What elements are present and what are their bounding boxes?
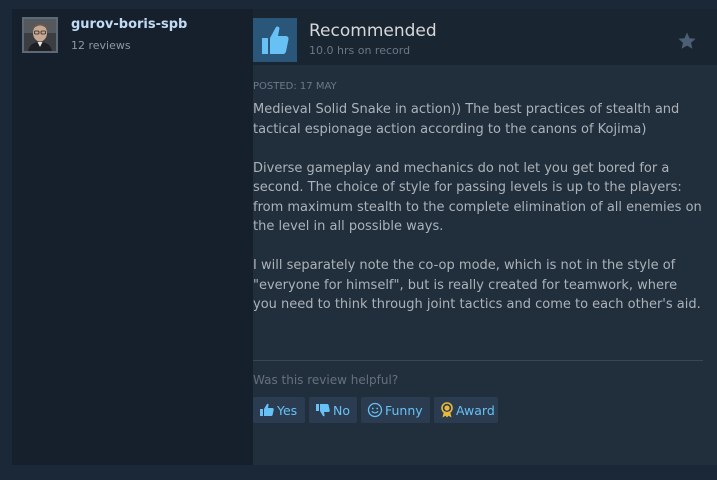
hours-on-record: 10.0 hrs on record <box>309 44 411 57</box>
thumbs-down-icon <box>315 403 331 417</box>
review-paragraph: I will separately note the co-op mode, w… <box>253 258 701 312</box>
author-reviews-count[interactable]: 12 reviews <box>71 39 131 52</box>
smiley-icon <box>367 402 383 418</box>
review-verdict: Recommended <box>309 21 437 41</box>
vote-header[interactable]: Recommended 10.0 hrs on record <box>253 9 717 65</box>
helpful-question: Was this review helpful? <box>253 373 399 387</box>
yes-label: Yes <box>277 402 298 418</box>
review-card: gurov-boris-spb 12 reviews Recommended 1… <box>12 9 717 465</box>
divider <box>253 360 703 361</box>
helpful-actions: Yes No Funny Award <box>253 397 498 423</box>
avatar[interactable] <box>22 17 58 53</box>
award-label: Award <box>456 402 495 418</box>
funny-button[interactable]: Funny <box>361 397 430 423</box>
funny-label: Funny <box>385 402 423 418</box>
review-panel: Recommended 10.0 hrs on record POSTED: 1… <box>253 9 717 465</box>
thumbs-up-icon <box>259 403 275 417</box>
thumbs-up-icon <box>253 18 297 62</box>
no-label: No <box>333 402 350 418</box>
author-name[interactable]: gurov-boris-spb <box>71 17 187 32</box>
author-panel: gurov-boris-spb 12 reviews <box>12 9 242 465</box>
review-text: Medieval Solid Snake in action)) The bes… <box>253 100 703 334</box>
star-icon[interactable] <box>677 31 697 51</box>
review-paragraph: Diverse gameplay and mechanics do not le… <box>253 160 702 235</box>
award-button[interactable]: Award <box>434 397 498 423</box>
posted-date: POSTED: 17 MAY <box>253 81 337 92</box>
no-button[interactable]: No <box>309 397 357 423</box>
yes-button[interactable]: Yes <box>253 397 305 423</box>
award-ribbon-icon <box>440 402 454 418</box>
review-paragraph: Medieval Solid Snake in action)) The bes… <box>253 102 680 137</box>
